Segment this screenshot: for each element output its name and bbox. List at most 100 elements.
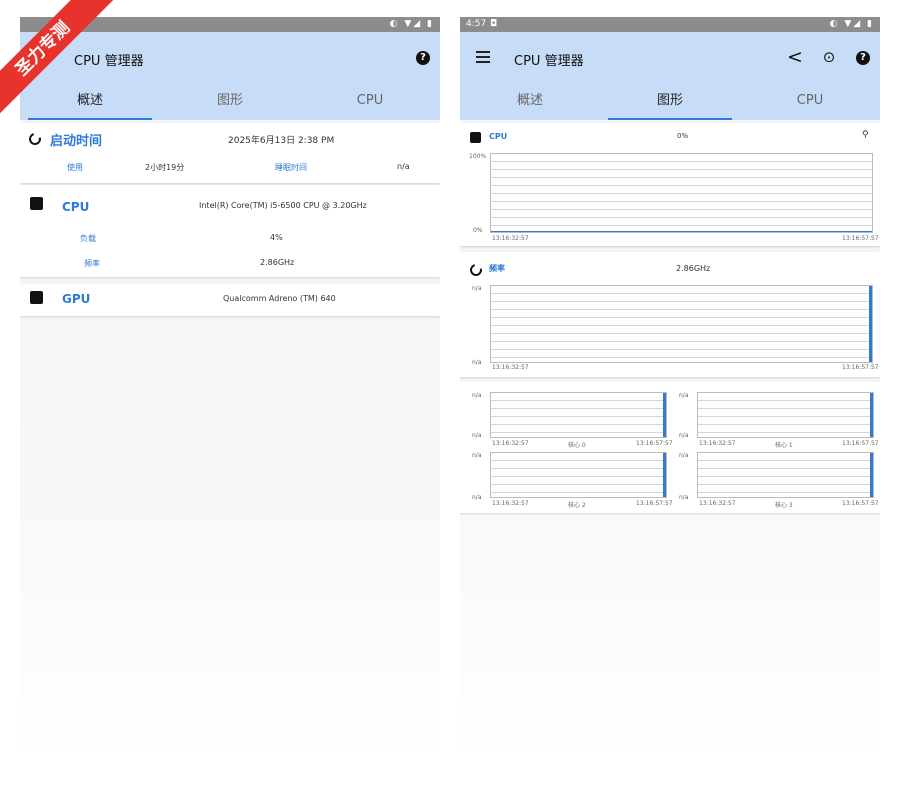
core0-x-start: 13:16:32:57 xyxy=(492,440,529,447)
freq-chart-value: 2.86GHz xyxy=(676,264,711,273)
core1-y-top: n/a xyxy=(679,392,689,399)
core1-x-start: 13:16:32:57 xyxy=(699,440,736,447)
core0-x-end: 13:16:57:57 xyxy=(636,440,673,447)
app-title: CPU 管理器 xyxy=(514,54,584,69)
core3-label: 核心 3 xyxy=(775,502,793,509)
status-bar: 4:57 ◘ ◐ ▼◢ ▮ xyxy=(460,17,880,32)
uptime-title: 启动时间 xyxy=(50,134,103,149)
cpu-chart-value: 0% xyxy=(677,132,689,140)
core3-x-start: 13:16:32:57 xyxy=(699,500,736,507)
cpu-usage-line xyxy=(491,231,872,232)
core2-x-start: 13:16:32:57 xyxy=(492,500,529,507)
y-axis-bottom: 0% xyxy=(473,227,483,234)
core3-bar xyxy=(870,453,873,497)
status-time: 4:57 xyxy=(466,19,487,29)
core3-y-top: n/a xyxy=(679,452,689,459)
core1-bar xyxy=(870,393,873,437)
used-label: 使用 xyxy=(67,163,83,172)
load-value: 4% xyxy=(270,233,283,242)
tab-indicator xyxy=(28,118,152,120)
core1-y-bottom: n/a xyxy=(679,432,689,439)
uptime-card: 启动时间 2025年6月13日 2:38 PM 使用 2小时19分 睡眠时间 n… xyxy=(20,123,440,183)
tab-overview[interactable]: 概述 xyxy=(20,84,160,120)
core2-chart xyxy=(490,452,667,498)
phone-overview-screen: ◐ ▼◢ ▮ CPU 管理器 ? 概述 图形 CPU 启动时间 2025年6月1… xyxy=(20,17,440,760)
x-axis-start: 13:16:32:57 xyxy=(492,364,529,371)
y-axis-top: n/a xyxy=(472,285,482,292)
app-title: CPU 管理器 xyxy=(74,54,144,69)
core1-x-end: 13:16:57:57 xyxy=(842,440,879,447)
help-icon[interactable]: ? xyxy=(856,51,870,65)
freq-label: 频率 xyxy=(84,259,100,268)
tab-overview-label: 概述 xyxy=(76,93,103,108)
tab-graph-label: 图形 xyxy=(656,93,683,108)
core3-chart xyxy=(697,452,874,498)
cpu-chip-icon xyxy=(470,132,481,143)
menu-icon[interactable] xyxy=(36,51,50,63)
freq-bar xyxy=(869,286,872,362)
gpu-model: Qualcomm Adreno (TM) 640 xyxy=(223,294,336,303)
cpu-model: Intel(R) Core(TM) i5-6500 CPU @ 3.20GHz xyxy=(199,201,367,210)
core0-chart xyxy=(490,392,667,438)
core0-y-top: n/a xyxy=(472,392,482,399)
tab-overview[interactable]: 概述 xyxy=(460,84,600,120)
freq-icon xyxy=(467,261,485,279)
x-axis-start: 13:16:32:57 xyxy=(492,235,529,242)
tab-cpu-label: CPU xyxy=(796,93,824,108)
status-icons: ◐ ▼◢ ▮ xyxy=(389,19,434,29)
x-axis-end: 13:16:57:57 xyxy=(842,235,879,242)
phone-graph-screen: 4:57 ◘ ◐ ▼◢ ▮ CPU 管理器 < ⊙ ? 概述 图形 CPU CP… xyxy=(460,17,880,760)
load-label: 负载 xyxy=(80,234,96,243)
status-bar: ◐ ▼◢ ▮ xyxy=(20,17,440,32)
freq-chart-label: 频率 xyxy=(489,264,505,273)
cpu-chip-icon xyxy=(30,197,43,210)
core2-label: 核心 2 xyxy=(568,502,586,509)
uptime-icon xyxy=(26,130,44,148)
core3-y-bottom: n/a xyxy=(679,494,689,501)
cpu-chart-label: CPU xyxy=(489,132,508,141)
core0-label: 核心 0 xyxy=(568,442,586,449)
tab-graph-label: 图形 xyxy=(216,93,243,108)
tab-cpu[interactable]: CPU xyxy=(740,84,880,120)
uptime-value: 2025年6月13日 2:38 PM xyxy=(228,136,335,146)
core2-bar xyxy=(663,453,666,497)
tab-cpu-label: CPU xyxy=(356,93,384,108)
sleep-value: n/a xyxy=(397,162,410,171)
tab-graph[interactable]: 图形 xyxy=(160,84,300,120)
menu-icon[interactable] xyxy=(476,51,490,63)
sleep-label: 睡眠时间 xyxy=(275,163,307,172)
app-toolbar: CPU 管理器 < ⊙ ? xyxy=(460,32,880,84)
app-toolbar: CPU 管理器 ? xyxy=(20,32,440,84)
cpu-usage-chart xyxy=(490,153,873,233)
core0-bar xyxy=(663,393,666,437)
x-axis-end: 13:16:57:57 xyxy=(842,364,879,371)
tab-cpu[interactable]: CPU xyxy=(300,84,440,120)
core0-y-bottom: n/a xyxy=(472,432,482,439)
cores-card: n/a n/a 13:16:32:57 核心 0 13:16:57:57 n/a… xyxy=(460,382,880,513)
gpu-title: GPU xyxy=(62,292,91,306)
target-icon[interactable]: ⊙ xyxy=(820,48,838,66)
tab-graph[interactable]: 图形 xyxy=(600,84,740,120)
cpu-chart-card: CPU 0% ⚲ 100% 0% 13:16:32:57 13:16:57:57 xyxy=(460,123,880,246)
core3-x-end: 13:16:57:57 xyxy=(842,500,879,507)
status-icons: ◐ ▼◢ ▮ xyxy=(829,19,874,29)
gpu-chip-icon xyxy=(30,291,43,304)
core2-y-bottom: n/a xyxy=(472,494,482,501)
y-axis-top: 100% xyxy=(469,153,487,160)
freq-chart xyxy=(490,285,873,363)
y-axis-bottom: n/a xyxy=(472,359,482,366)
notification-icon: ◘ xyxy=(490,19,498,29)
help-icon[interactable]: ? xyxy=(416,51,430,65)
share-icon[interactable]: < xyxy=(786,48,804,67)
cpu-title: CPU xyxy=(62,200,90,214)
tab-indicator xyxy=(608,118,732,120)
core1-chart xyxy=(697,392,874,438)
core1-label: 核心 1 xyxy=(775,442,793,449)
tab-bar: 概述 图形 CPU xyxy=(20,84,440,120)
used-value: 2小时19分 xyxy=(145,163,185,172)
freq-chart-card: 频率 2.86GHz n/a n/a 13:16:32:57 13:16:57:… xyxy=(460,252,880,377)
core2-x-end: 13:16:57:57 xyxy=(636,500,673,507)
core2-y-top: n/a xyxy=(472,452,482,459)
zoom-icon[interactable]: ⚲ xyxy=(862,130,869,140)
freq-value: 2.86GHz xyxy=(260,258,295,267)
